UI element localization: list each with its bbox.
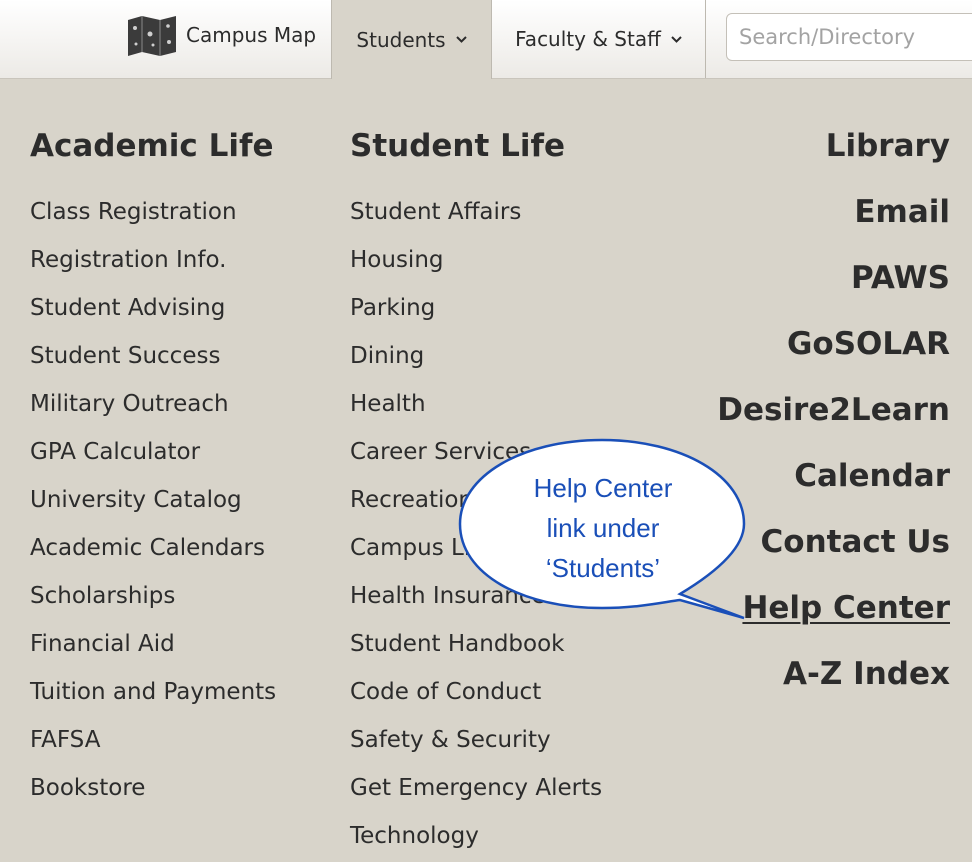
link-code-of-conduct[interactable]: Code of Conduct bbox=[350, 668, 680, 716]
tab-students[interactable]: Students bbox=[331, 0, 492, 79]
top-navigation-bar: Campus Map Students Faculty & Staff bbox=[0, 0, 972, 79]
link-student-affairs[interactable]: Student Affairs bbox=[350, 188, 680, 236]
link-financial-aid[interactable]: Financial Aid bbox=[30, 620, 340, 668]
link-bookstore[interactable]: Bookstore bbox=[30, 764, 340, 812]
link-paws[interactable]: PAWS bbox=[650, 250, 950, 316]
map-icon bbox=[128, 16, 176, 56]
link-fafsa[interactable]: FAFSA bbox=[30, 716, 340, 764]
link-military-outreach[interactable]: Military Outreach bbox=[30, 380, 340, 428]
link-gpa-calculator[interactable]: GPA Calculator bbox=[30, 428, 340, 476]
callout-line: link under bbox=[546, 513, 660, 543]
campus-map-label: Campus Map bbox=[186, 23, 317, 47]
academic-life-heading: Academic Life bbox=[30, 128, 274, 164]
chevron-down-icon bbox=[455, 36, 467, 43]
link-technology[interactable]: Technology bbox=[350, 812, 680, 860]
academic-life-column: Academic Life Class Registration Registr… bbox=[30, 118, 340, 812]
campus-map-link[interactable]: Campus Map bbox=[126, 14, 316, 56]
tab-faculty-staff-label: Faculty & Staff bbox=[515, 27, 661, 51]
link-library[interactable]: Library bbox=[650, 118, 950, 184]
link-get-emergency-alerts[interactable]: Get Emergency Alerts bbox=[350, 764, 680, 812]
link-academic-calendars[interactable]: Academic Calendars bbox=[30, 524, 340, 572]
callout-line: Help Center bbox=[533, 473, 673, 503]
link-email[interactable]: Email bbox=[650, 184, 950, 250]
link-a-z-index[interactable]: A-Z Index bbox=[650, 646, 950, 712]
link-student-success[interactable]: Student Success bbox=[30, 332, 340, 380]
link-dining[interactable]: Dining bbox=[350, 332, 680, 380]
link-student-advising[interactable]: Student Advising bbox=[30, 284, 340, 332]
callout-line: ‘Students’ bbox=[545, 553, 661, 583]
tab-faculty-staff[interactable]: Faculty & Staff bbox=[491, 0, 706, 78]
link-registration-info[interactable]: Registration Info. bbox=[30, 236, 340, 284]
link-university-catalog[interactable]: University Catalog bbox=[30, 476, 340, 524]
callout-text: Help Center link under ‘Students’ bbox=[498, 468, 708, 588]
link-housing[interactable]: Housing bbox=[350, 236, 680, 284]
search-directory-input[interactable] bbox=[726, 13, 972, 61]
link-tuition-and-payments[interactable]: Tuition and Payments bbox=[30, 668, 340, 716]
chevron-down-icon bbox=[671, 35, 682, 43]
link-parking[interactable]: Parking bbox=[350, 284, 680, 332]
link-safety-and-security[interactable]: Safety & Security bbox=[350, 716, 680, 764]
link-scholarships[interactable]: Scholarships bbox=[30, 572, 340, 620]
help-center-callout: Help Center link under ‘Students’ bbox=[458, 438, 758, 628]
link-class-registration[interactable]: Class Registration bbox=[30, 188, 340, 236]
tab-students-label: Students bbox=[356, 27, 446, 52]
academic-life-list: Class Registration Registration Info. St… bbox=[30, 188, 340, 812]
link-gosolar[interactable]: GoSOLAR bbox=[650, 316, 950, 382]
student-life-heading: Student Life bbox=[350, 128, 566, 164]
link-health[interactable]: Health bbox=[350, 380, 680, 428]
